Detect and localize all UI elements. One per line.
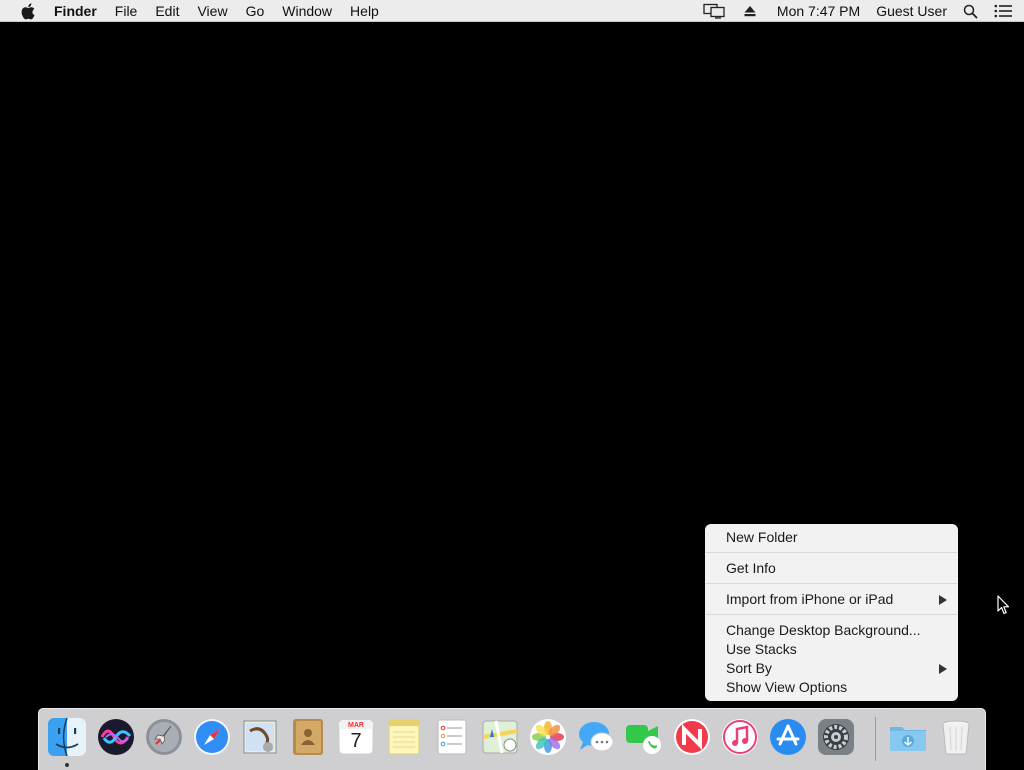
app-store-icon[interactable] [768,717,808,757]
finder-icon[interactable] [47,717,87,757]
dock-divider [875,717,876,761]
facetime-icon[interactable] [624,717,664,757]
desktop-context-menu: New Folder Get Info Import from iPhone o… [705,524,958,701]
display-mirroring-icon[interactable] [695,3,735,19]
menu-app-name[interactable]: Finder [54,0,106,22]
system-preferences-icon[interactable] [816,717,856,757]
mouse-cursor-icon [997,595,1010,615]
messages-icon[interactable] [576,717,616,757]
notification-center-icon[interactable] [986,4,1024,18]
maps-icon[interactable] [480,717,520,757]
clock[interactable]: Mon 7:47 PM [765,0,868,22]
submenu-arrow-icon [939,595,947,605]
safari-icon[interactable] [192,717,232,757]
user-menu[interactable]: Guest User [868,0,955,22]
menu-bar-left: Finder File Edit View Go Window Help [0,0,388,22]
itunes-icon[interactable] [720,717,760,757]
spotlight-search-icon[interactable] [955,4,986,19]
menu-item-label: Change Desktop Background... [726,622,921,638]
calendar-day: 7 [350,730,362,752]
menu-bar: Finder File Edit View Go Window Help Mon… [0,0,1024,22]
menu-view[interactable]: View [188,0,236,22]
eject-icon[interactable] [735,4,765,18]
launchpad-icon[interactable] [144,717,184,757]
menu-item-label: Use Stacks [726,641,797,657]
submenu-arrow-icon [939,664,947,674]
menu-item-label: Sort By [726,660,772,676]
dock: MAR 7 [38,708,986,770]
siri-icon[interactable] [96,717,136,757]
menu-help[interactable]: Help [341,0,388,22]
notes-icon[interactable] [384,717,424,757]
photos-icon[interactable] [528,717,568,757]
apple-menu-icon[interactable] [19,2,37,20]
trash-icon[interactable] [936,717,976,757]
running-indicator [65,763,69,767]
menu-window[interactable]: Window [273,0,341,22]
reminders-icon[interactable] [432,717,472,757]
menu-file[interactable]: File [106,0,147,22]
menu-separator [705,614,958,615]
menu-separator [705,552,958,553]
menu-edit[interactable]: Edit [146,0,188,22]
menu-item-label: Show View Options [726,679,848,695]
menu-item-sort-by[interactable]: Sort By [705,659,958,678]
mail-icon[interactable] [240,717,280,757]
menu-item-label: Import from iPhone or iPad [726,591,894,607]
calendar-icon[interactable]: MAR 7 [336,717,376,757]
menu-item-label: Get Info [726,560,776,576]
menu-item-get-info[interactable]: Get Info [705,559,958,578]
menu-item-label: New Folder [726,529,798,545]
menu-bar-right: Mon 7:47 PM Guest User [695,0,1024,22]
contacts-icon[interactable] [288,717,328,757]
menu-go[interactable]: Go [237,0,274,22]
calendar-month: MAR [348,722,364,729]
menu-item-show-view-options[interactable]: Show View Options [705,678,958,697]
menu-item-import-from-iphone[interactable]: Import from iPhone or iPad [705,590,958,609]
menu-item-new-folder[interactable]: New Folder [705,528,958,547]
news-icon[interactable] [672,717,712,757]
menu-item-use-stacks[interactable]: Use Stacks [705,640,958,659]
menu-item-change-desktop-background[interactable]: Change Desktop Background... [705,621,958,640]
downloads-folder-icon[interactable] [888,717,928,757]
menu-separator [705,583,958,584]
